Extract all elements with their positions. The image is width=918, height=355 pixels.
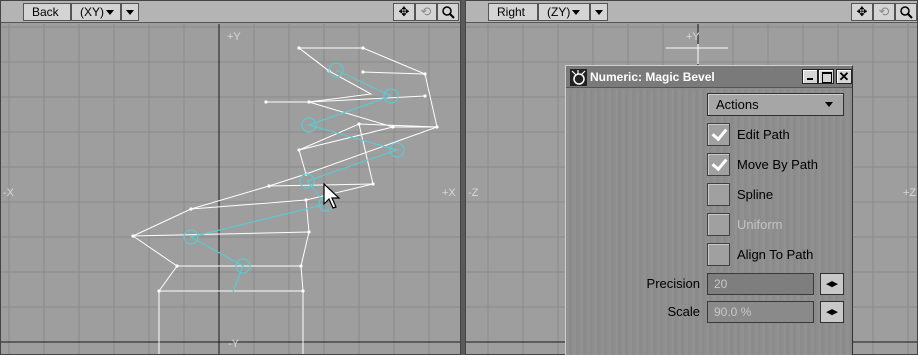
mesh-vertex[interactable] (175, 264, 179, 268)
mesh-vertex[interactable] (371, 182, 375, 186)
precision-field[interactable]: 20 (707, 273, 814, 295)
viewport-back[interactable]: Back (XY) ✥ ⟲ +Y -Y -X +X (0, 0, 461, 355)
mesh-vertex[interactable] (307, 230, 311, 234)
checkbox-label: Move By Path (737, 157, 818, 172)
viewport-back-name[interactable]: Back (23, 3, 71, 21)
mesh-vertex[interactable] (361, 70, 365, 74)
magnifier-icon (441, 5, 455, 19)
mesh-vertex[interactable] (264, 100, 268, 104)
rotate-icon: ⟲ (878, 4, 890, 19)
axis-label-top: +Y (227, 31, 241, 43)
mesh-vertex[interactable] (307, 100, 311, 104)
checkbox-label: Spline (737, 187, 774, 202)
mesh-vertex[interactable] (361, 46, 365, 50)
axis-label-right: +X (442, 187, 456, 199)
checkbox-box[interactable] (707, 243, 730, 266)
precision-label: Precision (646, 276, 700, 291)
maximize-button[interactable] (818, 69, 834, 84)
viewport-options-button[interactable] (121, 3, 139, 21)
move-view-button[interactable]: ✥ (851, 3, 873, 21)
actions-label: Actions (716, 97, 759, 112)
viewport-back-header: Back (XY) ✥ ⟲ (1, 1, 460, 23)
mesh-vertex[interactable] (357, 122, 361, 126)
mesh-vertex[interactable] (435, 125, 439, 129)
zoom-view-button[interactable] (437, 3, 459, 21)
dialog-title: Numeric: Magic Bevel (590, 70, 715, 84)
mesh-vertex[interactable] (297, 148, 301, 152)
scale-stepper[interactable]: ◂▸ (820, 301, 844, 323)
rotate-icon: ⟲ (420, 4, 432, 19)
magnifier-icon (899, 5, 913, 19)
checkbox-label: Uniform (737, 217, 783, 232)
left-right-arrows-icon: ◂▸ (826, 278, 838, 290)
actions-dropdown[interactable]: Actions (707, 93, 844, 116)
chevron-down-icon (126, 10, 134, 16)
close-button[interactable]: ✕ (836, 69, 852, 84)
checkbox-box[interactable] (707, 183, 730, 206)
left-right-arrows-icon: ◂▸ (826, 306, 838, 318)
dialog-body: Actions Edit Path Move By Path Spline Un… (566, 89, 852, 355)
close-icon: ✕ (838, 69, 850, 84)
move-by-path-checkbox[interactable]: Move By Path (707, 153, 847, 177)
checkbox-box (707, 213, 730, 236)
rotate-view-button[interactable]: ⟲ (873, 3, 895, 21)
axis-label-top: +Y (686, 31, 700, 43)
magic-bevel-dialog: Numeric: Magic Bevel ✕ Actions Edit Path… (565, 65, 853, 355)
mesh-vertex[interactable] (157, 289, 161, 293)
spline-checkbox[interactable]: Spline (707, 183, 847, 207)
mesh-vertex[interactable] (297, 46, 301, 50)
checkbox-box[interactable] (707, 153, 730, 176)
chevron-down-icon (595, 10, 603, 16)
axis-label-bottom: -Y (228, 338, 239, 350)
mesh-vertex[interactable] (267, 184, 271, 188)
checkbox-label: Edit Path (737, 127, 790, 142)
mesh-vertex[interactable] (304, 198, 308, 202)
zoom-view-button[interactable] (895, 3, 917, 21)
axis-label-right: +Z (903, 187, 917, 199)
view-mode-dropdown[interactable]: (ZY) (538, 3, 590, 21)
chevron-down-icon (825, 102, 833, 107)
checkbox-box[interactable] (707, 123, 730, 146)
move-icon: ✥ (398, 4, 410, 19)
move-icon: ✥ (856, 4, 868, 19)
viewport-right-name[interactable]: Right (488, 3, 538, 21)
mesh-vertex[interactable] (391, 125, 395, 129)
mesh-vertex[interactable] (301, 289, 305, 293)
viewport-right-header: Right (ZY) ✥ ⟲ (466, 1, 917, 23)
axis-label-left: -Z (468, 187, 479, 199)
scale-field[interactable]: 90.0 % (707, 301, 814, 323)
uniform-checkbox: Uniform (707, 213, 847, 237)
move-view-button[interactable]: ✥ (393, 3, 415, 21)
precision-stepper[interactable]: ◂▸ (820, 273, 844, 295)
minimize-button[interactable] (802, 69, 818, 84)
viewport-back-canvas[interactable] (1, 24, 461, 355)
edit-path-checkbox[interactable]: Edit Path (707, 123, 847, 147)
view-mode-dropdown[interactable]: (XY) (71, 3, 121, 21)
mesh-vertex[interactable] (423, 94, 427, 98)
checkbox-label: Align To Path (737, 247, 814, 262)
mesh-vertex[interactable] (423, 72, 427, 76)
mesh-vertex[interactable] (299, 264, 303, 268)
chevron-down-icon (572, 10, 581, 16)
lightwave-logo-icon (570, 69, 587, 86)
mesh-vertex[interactable] (131, 234, 135, 238)
viewport-options-button[interactable] (590, 3, 608, 21)
chevron-down-icon (106, 10, 114, 16)
align-to-path-checkbox[interactable]: Align To Path (707, 243, 847, 267)
scale-label: Scale (667, 304, 700, 319)
axis-label-left: -X (3, 187, 14, 199)
dialog-title-bar[interactable]: Numeric: Magic Bevel ✕ (566, 66, 852, 88)
mesh-vertex[interactable] (189, 207, 193, 211)
rotate-view-button[interactable]: ⟲ (415, 3, 437, 21)
mouse-pointer-icon (323, 183, 341, 209)
